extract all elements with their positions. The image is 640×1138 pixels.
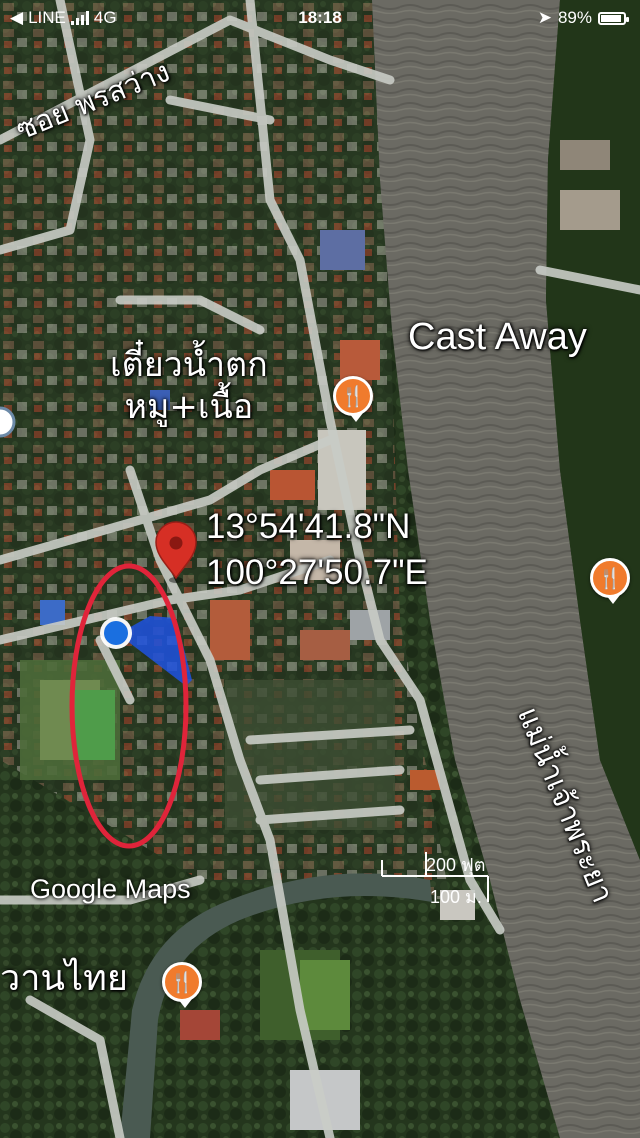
restaurant-icon[interactable]: 🍴 — [333, 376, 373, 422]
status-right: ➤ 89% — [537, 8, 629, 28]
google-maps-attribution: Google Maps — [30, 874, 191, 905]
castaway-restaurant-icon[interactable]: 🍴 — [590, 558, 630, 604]
pin-coordinates[interactable]: 13°54'41.8"N 100°27'50.7"E — [206, 504, 428, 596]
status-bar: ◀ LINE 4G 18:18 ➤ 89% — [0, 0, 640, 36]
current-location-dot[interactable] — [100, 617, 132, 649]
location-arrow-icon: ➤ — [537, 8, 552, 27]
battery-icon — [598, 11, 629, 25]
pin-latitude: 13°54'41.8"N — [206, 507, 411, 546]
battery-percent: 89% — [557, 8, 592, 27]
google-wordmark: Google — [30, 874, 118, 904]
pin-longitude: 100°27'50.7"E — [206, 553, 428, 592]
scale-feet: 200 ฟุต — [426, 855, 486, 875]
battery-level-fill — [601, 14, 621, 22]
bottom-place-label[interactable]: วานไทย — [0, 958, 128, 1000]
castaway-label[interactable]: Cast Away — [408, 316, 587, 359]
maps-wordmark: Maps — [124, 874, 191, 904]
scale-bar: 200 ฟุต 100 ม. — [380, 846, 492, 907]
restaurant-label-line1: เตี๋ยวน้ำตก — [110, 345, 268, 385]
partial-marker — [0, 406, 16, 438]
restaurant-label-line2: หมู+เนื้อ — [124, 387, 254, 427]
restaurant-label[interactable]: เตี๋ยวน้ำตก หมู+เนื้อ — [110, 344, 268, 428]
scale-meters: 100 ม. — [430, 887, 482, 907]
bottom-restaurant-icon[interactable]: 🍴 — [162, 962, 202, 1008]
